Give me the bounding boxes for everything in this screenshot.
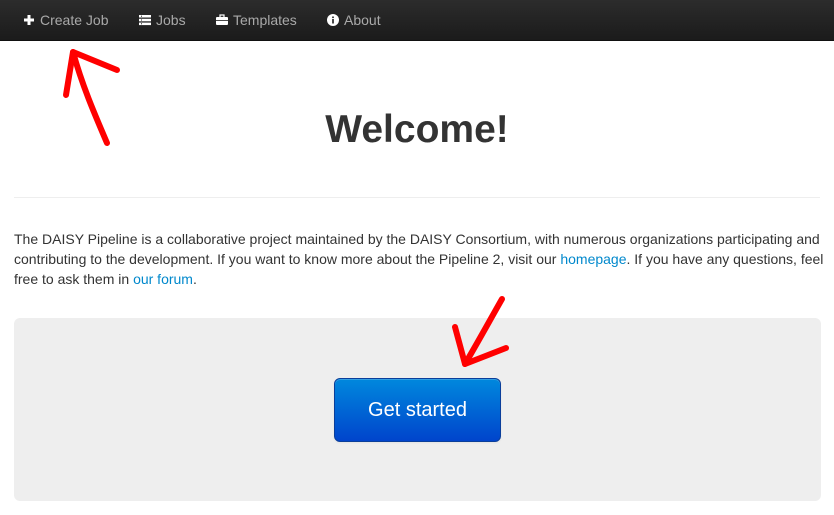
list-icon: [138, 13, 152, 27]
divider: [14, 197, 820, 198]
info-icon: [326, 13, 340, 27]
nav-templates-label: Templates: [233, 12, 297, 28]
nav-templates[interactable]: Templates: [215, 0, 297, 41]
nav-create-job-label: Create Job: [40, 12, 109, 28]
page-title: Welcome!: [325, 108, 509, 151]
plus-icon: [22, 13, 36, 27]
get-started-button[interactable]: Get started: [334, 378, 501, 442]
homepage-link[interactable]: homepage: [560, 251, 626, 267]
nav-about-label: About: [344, 12, 381, 28]
intro-text-3: .: [192, 271, 197, 287]
forum-link[interactable]: our forum: [133, 271, 193, 287]
nav-jobs[interactable]: Jobs: [138, 0, 186, 41]
nav-about[interactable]: About: [326, 0, 381, 41]
nav-create-job[interactable]: Create Job: [22, 0, 108, 41]
nav-jobs-label: Jobs: [156, 12, 186, 28]
intro-paragraph: The DAISY Pipeline is a collaborative pr…: [14, 229, 826, 289]
top-navbar: Create Job Jobs Templates About: [0, 0, 834, 41]
briefcase-icon: [215, 13, 229, 27]
